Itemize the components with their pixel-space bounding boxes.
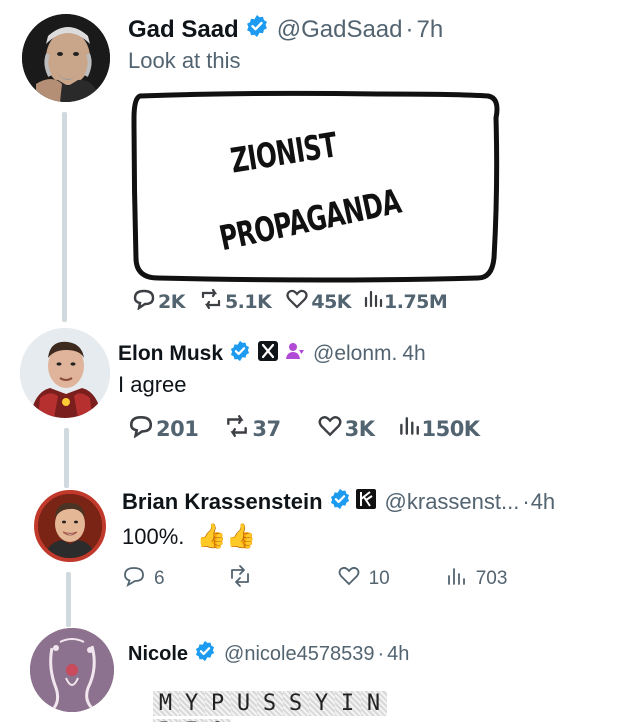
verified-badge-icon [194,640,216,668]
like-button[interactable]: 10 [337,564,390,594]
like-button[interactable]: 3K [317,414,375,443]
bio-letter: Y [308,691,335,716]
views-icon [398,414,420,443]
timestamp[interactable]: 4h [387,643,409,666]
views-count: 703 [475,568,508,589]
bio-letter: I [334,691,361,716]
tweet-actions: 201 37 3K 150K [128,414,480,443]
timestamp[interactable]: 4h [531,489,555,515]
timestamp[interactable]: 4h [402,342,425,366]
like-icon [337,564,361,594]
thread-line-2 [64,428,69,488]
kraken-logo-icon [355,488,377,516]
tweet-header: Gad Saad @GadSaad · 7h [128,14,443,45]
retweet-button[interactable]: 37 [224,414,281,443]
verified-badge-icon [245,14,269,45]
handle[interactable]: @elonm. [313,342,397,366]
admin-badge-icon [285,341,305,367]
verified-badge-icon [229,340,251,368]
like-count: 45K [311,290,352,313]
avatar-brian-krassenstein[interactable] [34,490,106,562]
x-logo-icon [257,340,279,368]
reply-count: 2K [158,290,185,313]
reply-count: 201 [156,416,199,441]
avatar-nicole[interactable] [30,628,114,712]
verified-badge-icon [329,488,351,516]
tweet-text: I agree [118,372,187,397]
separator: · [377,642,385,665]
reply-icon [128,414,154,443]
like-count: 10 [368,568,390,589]
retweet-button[interactable] [227,564,253,594]
retweet-icon [227,564,253,594]
bio-letter: S [256,691,283,716]
reply-button[interactable]: 201 [128,414,199,443]
timestamp[interactable]: 7h [417,16,444,44]
tweet-text-body: 100%. [122,524,185,549]
avatar-gad-saad[interactable] [22,14,110,102]
like-button[interactable]: 45K [285,288,352,315]
retweet-count: 5.1K [224,290,272,313]
handle[interactable]: @nicole4578539 [224,643,374,666]
separator: · [405,15,414,43]
views-button[interactable]: 703 [446,564,508,594]
tweet-header: Brian Krassenstein @krassenst... · 4h [122,488,555,516]
bio-text-line-2: BIO [126,694,257,722]
display-name[interactable]: Nicole [128,643,188,666]
tweet-text: Look at this [128,48,241,73]
avatar-elon-musk[interactable] [20,328,110,418]
tweet-header: Elon Musk @elonm. 4h [118,340,426,368]
tweet-header: Nicole @nicole4578539 · 4h [128,640,409,668]
tweet-image[interactable]: ZIONIST PROPAGANDA [128,88,504,286]
views-button[interactable]: 1.75M [363,288,448,315]
views-count: 1.75M [384,290,448,313]
display-name[interactable]: Brian Krassenstein [122,489,323,515]
separator: · [522,489,530,514]
like-icon [317,414,343,443]
tweet-actions: 6 10 703 [122,564,507,594]
tweet-text: 100%. 👍👍 [122,522,256,551]
bio-letter: S [282,691,309,716]
reply-button[interactable]: 2K [132,288,185,315]
reply-button[interactable]: 6 [122,564,165,594]
thumbs-up-emoji: 👍👍 [196,523,257,550]
display-name[interactable]: Gad Saad [128,16,239,44]
display-name[interactable]: Elon Musk [118,342,223,366]
reply-count: 6 [154,568,165,589]
thread-line-1 [62,112,67,322]
retweet-icon [199,288,223,315]
retweet-icon [224,414,250,443]
thread-line-3 [66,572,71,627]
retweet-button[interactable]: 5.1K [199,288,272,315]
retweet-count: 37 [252,416,281,441]
views-count: 150K [421,416,480,441]
handle[interactable]: @krassenst... [385,489,520,515]
views-icon [363,288,383,315]
reply-icon [132,288,156,315]
tweet-actions: 2K 5.1K 45K 1.75M [132,288,448,315]
bio-letter: N [360,691,387,716]
like-count: 3K [344,416,375,441]
views-button[interactable]: 150K [398,414,480,443]
like-icon [285,288,309,315]
views-icon [446,564,468,594]
reply-icon [122,564,146,594]
handle[interactable]: @GadSaad [277,16,403,44]
